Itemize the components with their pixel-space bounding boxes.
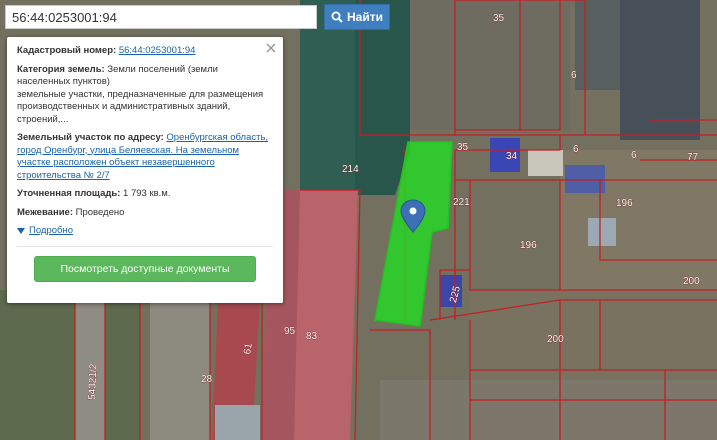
address-row: Земельный участок по адресу: Оренбургска… (17, 132, 273, 182)
parcel-label-6c: 6 (631, 150, 637, 161)
cadastral-label: Кадастровый номер: (17, 45, 117, 56)
grey-tank (588, 218, 616, 246)
parcel-label-34: 34 (506, 151, 518, 162)
terrain-west (0, 290, 140, 440)
category-label: Категория земель: (17, 63, 105, 75)
white-shed (528, 150, 563, 176)
parcel-info-popup: Кадастровый номер: 56:44:0253001:94 Кате… (7, 37, 283, 303)
terrain-north (390, 0, 570, 130)
parcel-label-196b: 196 (520, 240, 537, 251)
grey-roof-building (215, 405, 260, 440)
parcel-label-95: 95 (284, 326, 296, 337)
category-detail: земельные участки, предназначенные для р… (17, 88, 264, 125)
yard-strip (150, 290, 210, 440)
cadastral-row: Кадастровый номер: 56:44:0253001:94 (17, 45, 273, 58)
parcel-label-214: 214 (342, 164, 359, 175)
parcel-label-6a: 6 (571, 70, 577, 81)
parcel-label-28: 28 (201, 374, 213, 385)
area-label: Уточненная площадь: (17, 188, 121, 199)
parcel-label-83: 83 (306, 331, 318, 342)
parcel-label-200a: 200 (683, 276, 700, 287)
more-details-toggle[interactable]: Подробно (17, 225, 273, 238)
search-button[interactable]: Найти (324, 4, 390, 30)
parcel-label-200b: 200 (547, 334, 564, 345)
search-icon (331, 11, 343, 23)
parcel-label-6b: 6 (573, 144, 579, 155)
parcel-label-35a: 35 (493, 13, 505, 24)
close-icon[interactable] (265, 42, 277, 54)
parcel-label-35b: 35 (457, 142, 469, 153)
triangle-down-icon (17, 228, 25, 235)
parcel-label-221: 221 (453, 197, 470, 208)
area-value: 1 793 кв.м. (123, 188, 171, 199)
search-button-label: Найти (347, 10, 383, 24)
view-documents-button[interactable]: Посмотреть доступные документы (34, 255, 256, 282)
parcel-label-54321-2: 54321/2 (87, 363, 99, 400)
dark-roof-building (620, 0, 700, 140)
cadastral-number-link[interactable]: 56:44:0253001:94 (119, 45, 196, 56)
survey-label: Межевание: (17, 206, 73, 218)
blue-roof-building-2 (565, 165, 605, 193)
dark-roof-building-2 (575, 0, 620, 90)
address-label: Земельный участок по адресу: (17, 132, 164, 143)
parcel-label-77: 77 (687, 152, 699, 163)
survey-value: Проведено (75, 206, 125, 218)
parcel-label-196a: 196 (616, 198, 633, 209)
area-row: Уточненная площадь: 1 793 кв.м. (17, 188, 273, 201)
divider (17, 245, 273, 247)
search-input[interactable] (5, 5, 317, 29)
more-details-link[interactable]: Подробно (29, 225, 73, 238)
survey-row: Межевание: Проведено (17, 207, 273, 220)
category-row: Категория земель: Земли поселений (земли… (17, 64, 273, 127)
